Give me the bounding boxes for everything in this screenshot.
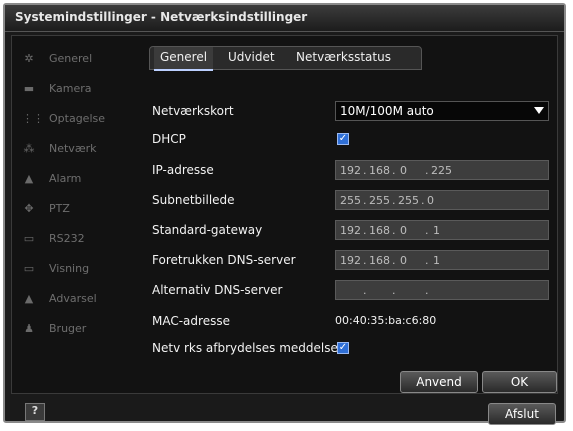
title-bar: Systemindstillinger - Netværksindstillin… [5,5,564,32]
mask-octet: 255 [369,194,390,207]
dns1-octet: 192 [340,254,361,267]
sidebar-item-network[interactable]: ⁂ Netværk [12,138,129,162]
dns1-octet: 1 [433,254,440,267]
serial-port-icon: ▭ [23,232,35,245]
sidebar-item-user[interactable]: ♟ Bruger [12,318,129,342]
sidebar-item-camera[interactable]: ▬ Kamera [12,78,129,102]
sidebar-item-label: Advarsel [49,292,97,305]
gateway-octet: 0 [400,224,407,237]
sidebar-item-label: Bruger [49,322,87,335]
ptz-icon: ✥ [24,202,34,215]
dns1-octet: 0 [400,254,407,267]
sidebar-item-label: RS232 [49,232,85,245]
help-icon[interactable]: ? [25,403,45,421]
ip-octet: 0 [400,164,407,177]
disconnect-notice-checkbox[interactable]: ✓ [337,342,349,354]
gateway-label: Standard-gateway [152,223,263,237]
ip-octet: 225 [431,164,452,177]
ip-octet: 168 [369,164,390,177]
sidebar-item-recording[interactable]: ⋮⋮ Optagelse [12,108,129,132]
ok-button[interactable]: OK [482,371,557,393]
mac-value: 00:40:35:ba:c6:80 [335,314,437,327]
gear-icon: ✲ [24,52,34,65]
alarm-icon: ▲ [24,172,34,185]
dns1-label: Foretrukken DNS-server [152,253,296,267]
dns2-label: Alternativ DNS-server [152,283,283,297]
sidebar-item-warning[interactable]: ▲ Advarsel [12,288,129,312]
gateway-octet: 192 [340,224,361,237]
settings-window: Systemindstillinger - Netværksindstillin… [3,3,566,425]
tab-general[interactable]: Generel [154,47,214,71]
sidebar-item-ptz[interactable]: ✥ PTZ [12,198,129,222]
sidebar-item-rs232[interactable]: ▭ RS232 [12,228,129,252]
ip-label: IP-adresse [152,163,214,177]
gateway-octet: 168 [369,224,390,237]
mask-octet: 0 [427,194,434,207]
network-icon: ⁂ [23,142,35,155]
ip-address-field[interactable]: 192 . 168 . 0 . 225 [335,160,549,180]
dhcp-checkbox[interactable]: ✓ [337,133,349,145]
disconnect-notice-label: Netv rks afbrydelses meddelse [152,341,338,355]
sidebar-item-label: Netværk [49,142,97,155]
exit-button[interactable]: Afslut [488,403,556,425]
sidebar-item-general[interactable]: ✲ Generel [12,48,129,72]
sidebar-item-display[interactable]: ▭ Visning [12,258,129,282]
sidebar-item-label: PTZ [49,202,70,215]
mac-label: MAC-adresse [152,314,230,328]
camera-icon: ▬ [23,82,35,95]
window-title: Systemindstillinger - Netværksindstillin… [15,10,308,24]
nic-select[interactable]: 10M/100M auto [335,101,549,121]
preferred-dns-field[interactable]: 192 . 168 . 0 . 1 [335,250,549,270]
ip-octet: 192 [340,164,361,177]
sidebar-item-label: Optagelse [49,112,105,125]
nic-value: 10M/100M auto [340,104,434,118]
sidebar-item-label: Kamera [49,82,92,95]
mask-octet: 255 [398,194,419,207]
subnet-label: Subnetbillede [152,193,235,207]
dns1-octet: 168 [369,254,390,267]
nic-label: Netværkskort [152,104,234,118]
tab-advanced[interactable]: Udvidet [222,47,281,69]
settings-panel: ✲ Generel ▬ Kamera ⋮⋮ Optagelse ⁂ Netvær… [11,35,558,394]
tab-bar: Generel Udvidet Netværksstatus [149,46,422,71]
sidebar-item-alarm[interactable]: ▲ Alarm [12,168,129,192]
chevron-down-icon [534,107,544,114]
sidebar-item-label: Visning [49,262,90,275]
record-icon: ⋮⋮ [22,112,44,125]
sidebar-item-label: Alarm [49,172,82,185]
monitor-icon: ▭ [23,262,35,275]
gateway-octet: 1 [433,224,440,237]
subnet-mask-field[interactable]: 255 . 255 . 255 . 0 [335,190,549,210]
gateway-field[interactable]: 192 . 168 . 0 . 1 [335,220,549,240]
apply-button[interactable]: Anvend [400,371,478,393]
sidebar: ✲ Generel ▬ Kamera ⋮⋮ Optagelse ⁂ Netvær… [12,36,129,393]
user-icon: ♟ [24,322,34,335]
warning-icon: ▲ [24,292,34,305]
sidebar-item-label: Generel [49,52,93,65]
alternate-dns-field[interactable]: . . . [335,280,549,300]
dhcp-label: DHCP [152,132,186,146]
mask-octet: 255 [340,194,361,207]
tab-network-status[interactable]: Netværksstatus [290,47,397,69]
